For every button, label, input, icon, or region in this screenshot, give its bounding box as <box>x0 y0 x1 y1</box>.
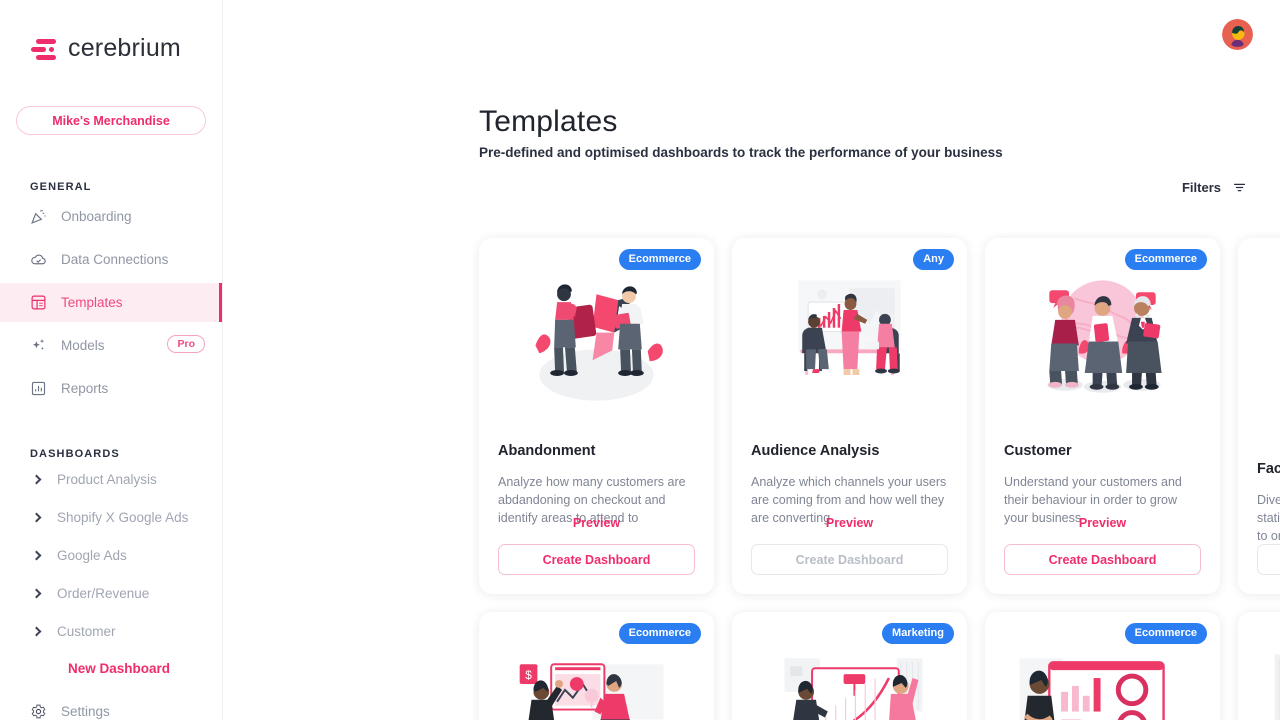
sidebar-item-label: Shopify X Google Ads <box>57 509 189 525</box>
sparkles-icon <box>32 339 45 350</box>
man-at-dashboard-board-illustration <box>1257 258 1280 423</box>
brand-logo[interactable]: cerebrium <box>0 0 222 63</box>
template-card[interactable]: Ecommerce <box>985 612 1220 720</box>
sidebar-item-shopify-x-google-ads[interactable]: Shopify X Google Ads <box>0 498 222 536</box>
create-dashboard-button[interactable]: Create Dashboard <box>498 544 695 575</box>
sidebar-item-label: Reports <box>61 381 109 396</box>
meeting-room-presentation-illustration <box>751 258 948 423</box>
filters-label: Filters <box>1181 180 1221 195</box>
sidebar-item-data-connections[interactable]: Data Connections <box>0 240 222 279</box>
pro-badge: Pro <box>167 335 205 353</box>
template-card[interactable]: Ecommerce <box>985 238 1220 594</box>
user-avatar <box>1222 19 1253 50</box>
sidebar-item-order-revenue[interactable]: Order/Revenue <box>0 574 222 612</box>
templates-grid-icon <box>31 295 46 310</box>
sidebar-item-label: Product Analysis <box>57 471 157 487</box>
brand-name: cerebrium <box>68 34 181 62</box>
svg-text:$: $ <box>525 668 532 682</box>
template-card[interactable]: Ecommerce $ <box>479 612 714 720</box>
create-dashboard-button[interactable]: Create Dashboard <box>1004 544 1201 575</box>
team-desk-analytics-illustration: $ <box>498 632 695 720</box>
sidebar-item-label: Google Ads <box>57 547 127 563</box>
template-card[interactable]: Ecommerce <box>1238 612 1280 720</box>
preview-link[interactable]: Preview <box>479 516 714 530</box>
card-title: Customer <box>1004 443 1072 459</box>
sidebar-section-dashboards: DASHBOARDS <box>30 448 120 460</box>
sidebar-item-templates[interactable]: Templates <box>0 283 222 322</box>
chevron-right-icon <box>31 474 42 484</box>
chevron-right-icon <box>31 588 42 598</box>
sidebar-item-label: Customer <box>57 623 116 639</box>
preview-link[interactable]: Preview <box>1238 516 1280 530</box>
market-stall-vendor-illustration <box>1257 632 1280 720</box>
template-card[interactable]: Marketing <box>1238 238 1280 594</box>
chevron-right-icon <box>31 626 42 636</box>
two-people-pie-chart-illustration <box>498 258 695 423</box>
status-badge[interactable]: Ecommerce <box>618 623 701 644</box>
cerebrium-logo-icon <box>30 35 58 63</box>
sidebar-item-google-ads[interactable]: Google Ads <box>0 536 222 574</box>
sidebar-item-label: Templates <box>61 295 123 310</box>
sidebar: cerebrium Mike's Merchandise GENERAL Onb… <box>0 0 223 720</box>
page-title: Templates <box>479 105 618 138</box>
app-root: cerebrium Mike's Merchandise GENERAL Onb… <box>0 0 1280 720</box>
chevron-right-icon <box>31 512 42 522</box>
party-popper-icon <box>31 209 46 224</box>
status-badge[interactable]: Any <box>913 249 954 270</box>
sidebar-item-label: Models <box>61 338 105 353</box>
sidebar-item-label: Data Connections <box>61 252 169 267</box>
sidebar-section-general: GENERAL <box>30 181 92 193</box>
new-dashboard-button[interactable]: New Dashboard <box>0 650 222 686</box>
chevron-right-icon <box>31 550 42 560</box>
status-badge[interactable]: Ecommerce <box>1124 249 1207 270</box>
sidebar-item-settings[interactable]: Settings <box>0 692 222 720</box>
card-title: Abandonment <box>498 443 596 459</box>
gear-icon <box>31 704 46 719</box>
filters-button[interactable]: Filters <box>1182 180 1247 195</box>
sidebar-item-label: Settings <box>61 704 110 719</box>
status-badge[interactable]: Marketing <box>882 623 954 644</box>
page-subtitle: Pre-defined and optimised dashboards to … <box>479 145 1003 160</box>
template-card[interactable]: Any Audience Analysis Analyze which chan… <box>732 238 967 594</box>
template-card[interactable]: Ecommerce <box>479 238 714 594</box>
main-content: Templates Pre-defined and optimised dash… <box>223 0 1280 720</box>
cloud-check-icon <box>31 254 46 265</box>
create-dashboard-button: Create Dashboard <box>1257 544 1280 575</box>
card-title: Facebook Ads <box>1257 461 1280 477</box>
card-title: Audience Analysis <box>751 443 880 459</box>
status-badge[interactable]: Ecommerce <box>618 249 701 270</box>
templates-grid: Ecommerce Abandonment Analyze how many c… <box>479 238 1280 720</box>
sidebar-item-label: Onboarding <box>61 209 132 224</box>
two-people-growth-chart-illustration <box>751 632 948 720</box>
woman-dashboard-screen-illustration <box>1004 632 1201 720</box>
three-people-globe-illustration <box>1004 258 1201 423</box>
avatar[interactable] <box>1222 19 1253 50</box>
bar-chart-icon <box>31 381 46 396</box>
preview-link[interactable]: Preview <box>985 516 1220 530</box>
workspace-selector-button[interactable]: Mike's Merchandise <box>16 106 206 135</box>
preview-link[interactable]: Preview <box>732 516 967 530</box>
sidebar-item-onboarding[interactable]: Onboarding <box>0 197 222 236</box>
sidebar-item-customer[interactable]: Customer <box>0 612 222 650</box>
create-dashboard-button: Create Dashboard <box>751 544 948 575</box>
sidebar-item-product-analysis[interactable]: Product Analysis <box>0 460 222 498</box>
sidebar-item-models[interactable]: Models Pro <box>0 326 222 365</box>
sidebar-item-reports[interactable]: Reports <box>0 369 222 408</box>
filter-icon <box>1233 183 1246 192</box>
status-badge[interactable]: Ecommerce <box>1124 623 1207 644</box>
template-card[interactable]: Marketing <box>732 612 967 720</box>
sidebar-item-label: Order/Revenue <box>57 585 150 601</box>
